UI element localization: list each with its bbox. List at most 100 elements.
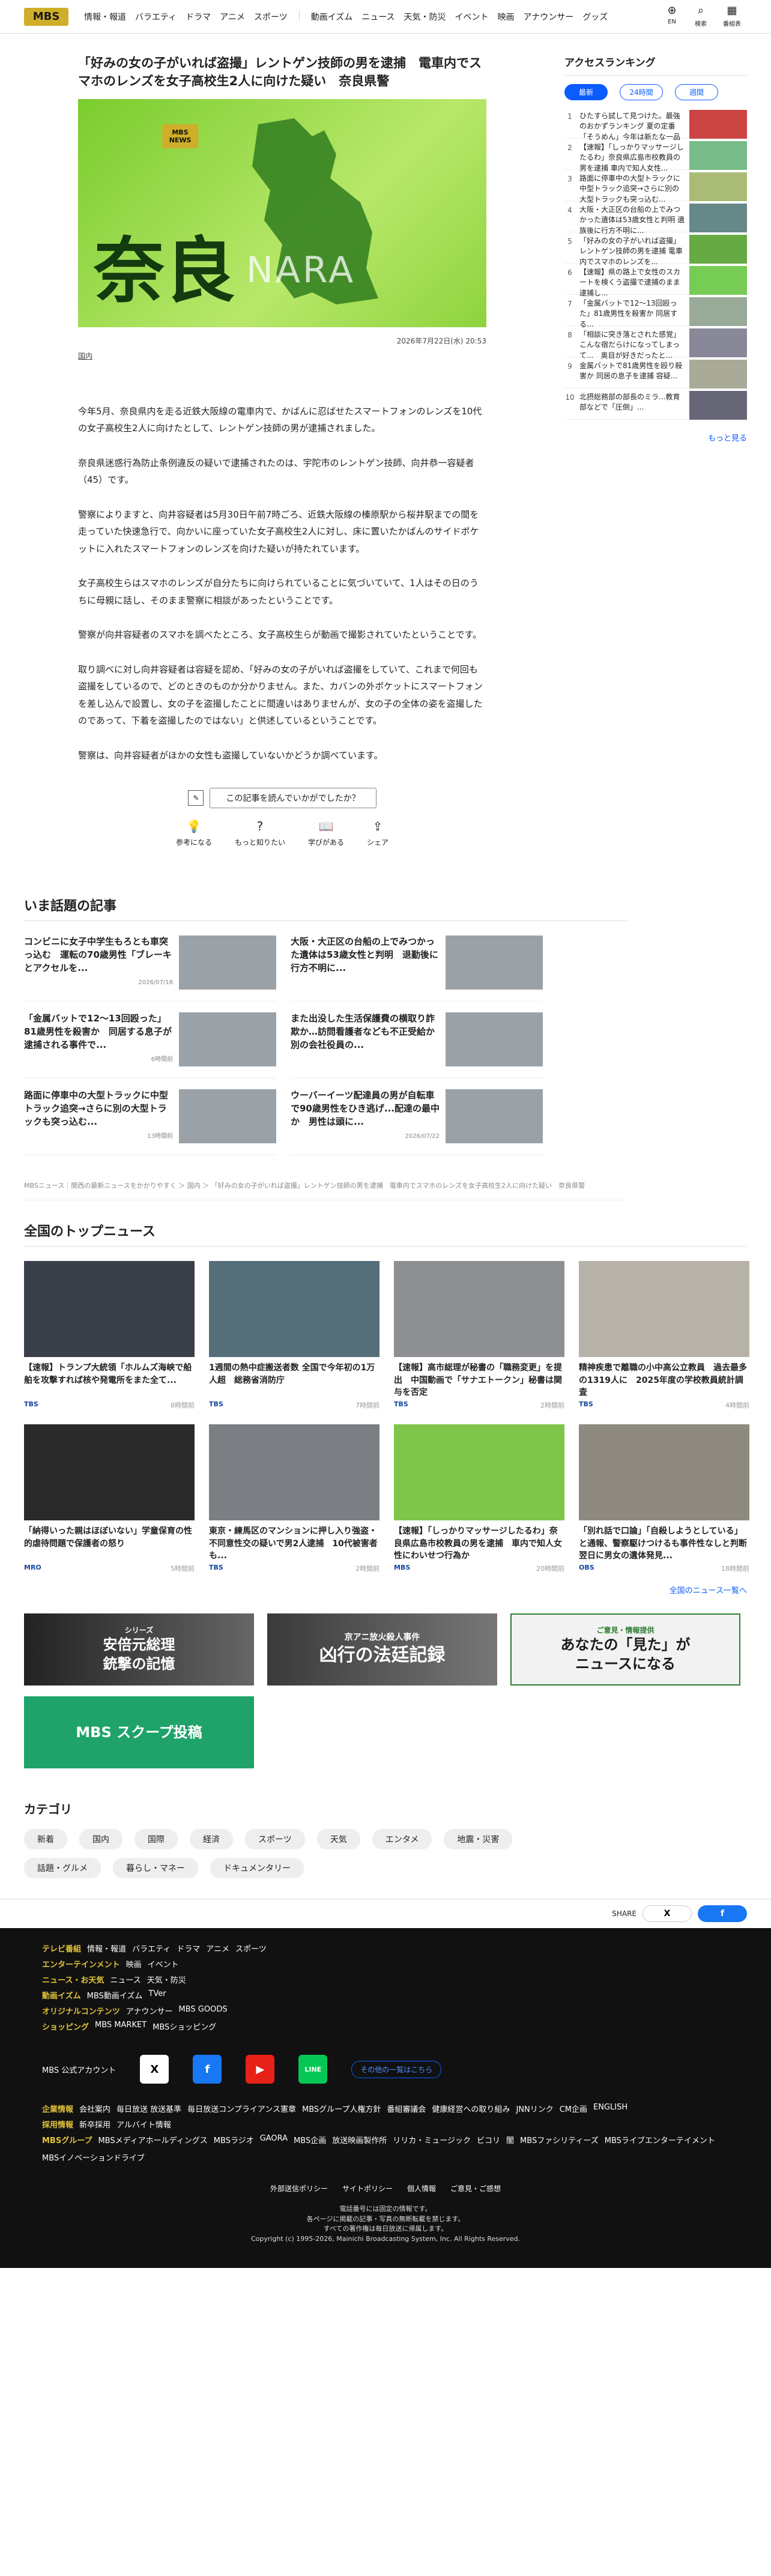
footer-link[interactable]: 会社案内 (79, 2103, 110, 2114)
category-chip[interactable]: エンタメ (372, 1829, 432, 1850)
feedback-button[interactable]: 📖 学びがある (308, 819, 344, 847)
footer-bottom-link[interactable]: ご意見・ご感想 (450, 2184, 501, 2193)
category-chip[interactable]: スポーツ (245, 1829, 305, 1850)
footer-link[interactable]: ビコリ (477, 2134, 500, 2145)
topic-card[interactable]: ウーバーイーツ配達員の男が自転車で90歳男性をひき逃げ...配達の最中か 男性は… (291, 1089, 543, 1156)
x-icon[interactable]: X (140, 2055, 169, 2084)
national-card[interactable]: 【速報】「しっかりマッサージしたるわ」奈良県広島市校教員の男を逮捕 車内で知人女… (394, 1424, 564, 1573)
youtube-icon[interactable]: ▶ (246, 2055, 275, 2084)
category-chip[interactable]: 話題・グルメ (24, 1858, 101, 1879)
footer-link[interactable]: 毎日放送 放送基準 (116, 2103, 181, 2114)
ranking-item[interactable]: 8 「相談に突き落とされた感覚」こんな宿だらけになってしまって... 奥目が好きだ… (564, 326, 747, 360)
topic-card[interactable]: コンビニに女子中学生もろとも車突っ込む 運転の70歳男性「ブレーキとアクセルを.… (24, 936, 276, 1002)
feedback-button[interactable]: 💡 参考になる (176, 819, 212, 847)
national-card[interactable]: 精神疾患で離職の小中高公立教員 過去最多の1319人に 2025年度の学校教員統… (579, 1261, 749, 1410)
footer-link[interactable]: アルバイト情報 (116, 2118, 171, 2130)
footer-link[interactable]: 番組審議会 (387, 2103, 426, 2114)
article-category-link[interactable]: 国内 (78, 351, 486, 361)
footer-link[interactable]: 天気・防災 (147, 1974, 186, 1985)
search-button[interactable]: ⌕ 検索 (694, 4, 707, 28)
tab-latest[interactable]: 最新 (564, 84, 608, 100)
category-chip[interactable]: 新着 (24, 1829, 67, 1850)
ranking-item[interactable]: 2 【速報】「しっかりマッサージしたるわ」奈良県広島市校教員の男を逮捕 車内で知人… (564, 139, 747, 172)
footer-link[interactable]: アナウンサー (126, 2005, 173, 2016)
nav-item[interactable]: 映画 (498, 11, 515, 23)
ranking-item[interactable]: 9 金属バットで81歳男性を殴り殺害か 同居の息子を逮捕 容疑... (564, 357, 747, 389)
footer-link[interactable]: リリカ・ミュージック (393, 2134, 471, 2145)
line-icon[interactable]: LINE (298, 2055, 328, 2084)
topic-card[interactable]: 「金属バットで12～13回殴った」81歳男性を殺害か 同居する息子が逮捕される事… (24, 1012, 276, 1079)
nav-item[interactable]: スポーツ (254, 11, 288, 23)
topic-card[interactable]: また出没した生活保護費の横取り詐欺か…訪問看護者なども不正受給か 別の会社役員の… (291, 1012, 543, 1079)
nav-item[interactable]: イベント (455, 11, 489, 23)
feedback-button[interactable]: ⇪ シェア (367, 819, 389, 847)
nav-item[interactable]: 情報・報道 (84, 11, 126, 23)
program-guide-button[interactable]: ▦ 番組表 (723, 4, 741, 28)
nav-item[interactable]: ドラマ (186, 11, 211, 23)
language-button[interactable]: ⊕ EN (665, 4, 679, 28)
footer-link[interactable]: GAORA (260, 2134, 288, 2145)
nav-item[interactable]: アニメ (220, 11, 245, 23)
tab-24h[interactable]: 24時間 (620, 84, 663, 100)
national-more-link[interactable]: 全国のニュース一覧へ (24, 1584, 747, 1595)
mbs-logo[interactable]: MBS (24, 7, 68, 26)
footer-link[interactable]: MBS動画イズム (87, 1989, 143, 2001)
footer-link[interactable]: アニメ (206, 1943, 229, 1954)
nav-item[interactable]: ニュース (361, 11, 395, 23)
footer-link[interactable]: MBSイノベーションドライブ (42, 2151, 145, 2163)
footer-link[interactable]: JNNリンク (516, 2103, 553, 2114)
nav-item[interactable]: アナウンサー (524, 11, 574, 23)
feedback-button[interactable]: ? もっと知りたい (235, 819, 285, 847)
footer-bottom-link[interactable]: 外部送信ポリシー (270, 2184, 328, 2193)
banner-scoop[interactable]: MBS スクープ投稿 (24, 1696, 254, 1769)
category-chip[interactable]: 国内 (79, 1829, 122, 1850)
footer-link[interactable]: MBSファシリティーズ (520, 2134, 599, 2145)
category-chip[interactable]: 経済 (190, 1829, 233, 1850)
category-chip[interactable]: 地震・災害 (444, 1829, 513, 1850)
footer-link[interactable]: 情報・報道 (87, 1943, 126, 1954)
footer-link[interactable]: バラエティ (132, 1943, 171, 1954)
footer-link[interactable]: イベント (148, 1958, 179, 1970)
ranking-item[interactable]: 4 大阪・大正区の台船の上でみつかった遺体は53歳女性と判明 遺族後に行方不明に.… (564, 201, 747, 235)
footer-bottom-link[interactable]: 個人情報 (407, 2184, 436, 2193)
category-chip[interactable]: 暮らし・マネー (113, 1858, 198, 1879)
ranking-item[interactable]: 7 「金属バットで12～13回殴った」81歳男性を殺害か 同居する... (564, 295, 747, 328)
ranking-item[interactable]: 5 「好みの女の子がいれば盗撮」レントゲン技師の男を逮捕 電車内でスマホのレンズを… (564, 232, 747, 266)
facebook-icon[interactable]: f (193, 2055, 222, 2084)
footer-link[interactable]: MBSショッピング (153, 2021, 216, 2032)
nav-item[interactable]: グッズ (582, 11, 608, 23)
footer-link[interactable]: MBS MARKET (95, 2021, 147, 2032)
footer-link[interactable]: 新卒採用 (79, 2118, 110, 2130)
footer-link[interactable]: 闇 (506, 2134, 514, 2145)
topic-card[interactable]: 大阪・大正区の台船の上でみつかった遺体は53歳女性と判明 退勤後に行方不明に..… (291, 936, 543, 1002)
category-chip[interactable]: 国際 (135, 1829, 178, 1850)
topic-card[interactable]: 路面に停車中の大型トラックに中型トラック追突→さらに別の大型トラックも突っ込む.… (24, 1089, 276, 1156)
ranking-item[interactable]: 6 【速報】県の路上で女性のスカートを検くう盗撮で逮捕のまま逮捕し... (564, 264, 747, 297)
footer-link[interactable]: MBS GOODS (179, 2005, 228, 2016)
footer-link[interactable]: ドラマ (177, 1943, 200, 1954)
nav-item[interactable]: 天気・防災 (404, 11, 446, 23)
footer-link[interactable]: 毎日放送コンプライアンス憲章 (187, 2103, 296, 2114)
footer-link[interactable]: MBSグループ人権方針 (302, 2103, 381, 2114)
national-card[interactable]: 【速報】高市総理が秘書の「職務変更」を提出 中国動画で「サナエトークン」秘書は関… (394, 1261, 564, 1410)
nav-item[interactable]: 動画イズム (311, 11, 353, 23)
footer-link[interactable]: 健康経営への取り組み (432, 2103, 510, 2114)
ranking-more-link[interactable]: もっと見る (564, 432, 747, 443)
footer-link[interactable]: MBS企画 (294, 2134, 326, 2145)
banner-kyoani[interactable]: 京アニ放火殺人事件 凶行の法廷記録 (267, 1613, 497, 1686)
national-card[interactable]: 「納得いった親はほぼいない」学童保育の性的虐待問題で保護者の怒り MRO 5時間前 (24, 1424, 195, 1573)
footer-link[interactable]: TVer (148, 1989, 166, 2001)
footer-link[interactable]: ENGLISH (593, 2103, 627, 2114)
footer-bottom-link[interactable]: サイトポリシー (342, 2184, 393, 2193)
ranking-item[interactable]: 10 北摂総務部の部長のミラ...教育部などで「圧倒」... (564, 389, 747, 420)
footer-link[interactable]: MBSメディアホールディングス (98, 2134, 207, 2145)
ranking-item[interactable]: 3 路面に停車中の大型トラックに中型トラック追突→さらに別の大型トラックも突っ込む… (564, 170, 747, 204)
breadcrumb[interactable]: MBSニュース｜関西の最新ニュースをかかりやすく ＞ 国内 ＞ 「好みの女の子が… (24, 1171, 627, 1201)
share-facebook-button[interactable]: f (698, 1905, 747, 1923)
footer-link[interactable]: 放送映画製作所 (332, 2134, 387, 2145)
footer-link[interactable]: MBSライブエンターテイメント (605, 2134, 715, 2145)
footer-link[interactable]: MBSラジオ (214, 2134, 254, 2145)
banner-tip-submit[interactable]: ご意見・情報提供 あなたの「見た」が ニュースになる (510, 1613, 740, 1686)
category-chip[interactable]: 天気 (316, 1829, 360, 1850)
share-x-button[interactable]: X (642, 1905, 692, 1923)
